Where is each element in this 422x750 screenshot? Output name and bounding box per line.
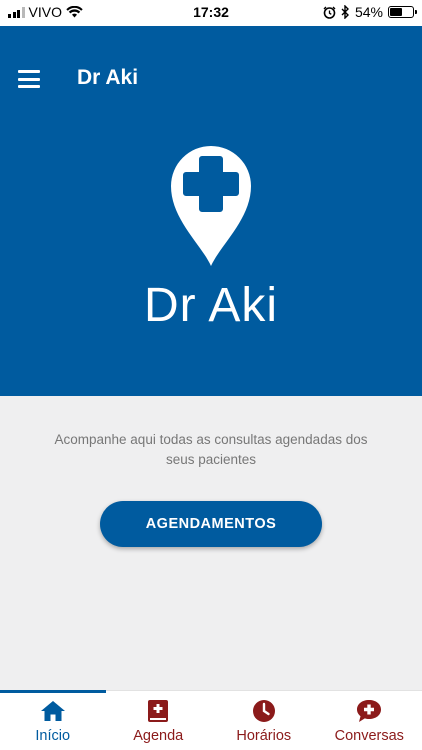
- brand-name: Dr Aki: [143, 279, 278, 332]
- nav-label-agenda: Agenda: [133, 728, 184, 744]
- nav-label-horarios: Horários: [236, 728, 292, 744]
- battery-icon: [388, 6, 417, 18]
- agendamentos-button[interactable]: AGENDAMENTOS: [100, 501, 322, 547]
- nav-label-conversas: Conversas: [334, 728, 404, 744]
- location-pin-medical-cross-icon: [171, 146, 251, 266]
- intro-text: Acompanhe aqui todas as consultas agenda…: [54, 432, 368, 467]
- hamburger-menu-icon[interactable]: [18, 70, 40, 88]
- chat-medical-icon: [356, 699, 382, 723]
- nav-item-horarios[interactable]: Horários: [211, 691, 317, 750]
- nav-item-inicio[interactable]: Início: [0, 690, 106, 750]
- home-icon: [40, 699, 66, 723]
- status-bar: VIVO 17:32 54%: [0, 0, 422, 26]
- nav-label-inicio: Início: [35, 728, 71, 744]
- alarm-icon: [323, 6, 336, 19]
- clock-icon: [251, 699, 277, 723]
- status-right: 54%: [323, 4, 417, 20]
- battery-percent: 54%: [354, 4, 383, 20]
- bottom-navigation: Início Agenda Horários Conversas: [0, 690, 422, 750]
- hero-banner: Dr Aki Dr Aki: [0, 26, 422, 396]
- bluetooth-icon: [341, 5, 349, 19]
- medical-book-icon: [145, 699, 171, 723]
- nav-item-agenda[interactable]: Agenda: [106, 691, 212, 750]
- app-bar-title: Dr Aki: [77, 66, 139, 89]
- nav-item-conversas[interactable]: Conversas: [317, 691, 422, 750]
